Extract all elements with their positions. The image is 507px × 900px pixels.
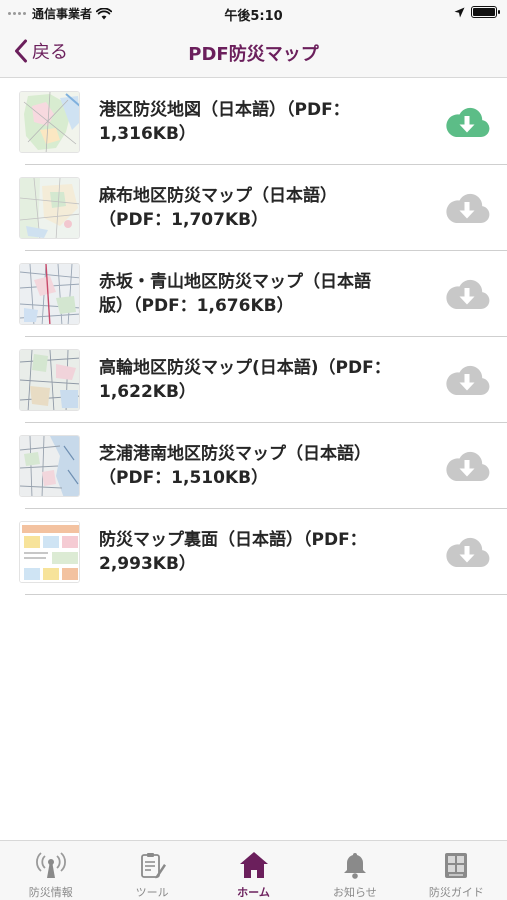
- battery-icon: [471, 6, 500, 18]
- tab-home[interactable]: ホーム: [203, 841, 304, 900]
- pdf-list-item[interactable]: 高輪地区防災マップ(日本語)（PDF： 1,622KB）: [0, 337, 507, 423]
- pdf-map-list: 港区防災地図（日本語）（PDF： 1,316KB） 麻布地区防災マップ（日本語）…: [0, 79, 507, 595]
- tab-disaster-info[interactable]: 防災情報: [0, 841, 101, 900]
- pdf-list-item[interactable]: 防災マップ裏面（日本語）（PDF： 2,993KB）: [0, 509, 507, 595]
- status-time: 午後5:10: [224, 9, 283, 24]
- pdf-title-line2: （PDF：1,510KB）: [99, 468, 269, 488]
- map-thumbnail: [19, 435, 80, 497]
- cloud-download-icon[interactable]: [444, 190, 490, 226]
- tab-disaster-guide[interactable]: 防災ガイド: [406, 841, 507, 900]
- map-thumbnail: [19, 349, 80, 411]
- pdf-title: 高輪地区防災マップ(日本語)（PDF： 1,622KB）: [99, 337, 419, 423]
- pdf-title-line1: 防災マップ裏面（日本語）（PDF：: [99, 530, 367, 550]
- navigation-bar: 戻る PDF防災マップ: [0, 26, 507, 78]
- pdf-title-line2: （PDF：1,707KB）: [99, 210, 269, 230]
- pdf-list-item[interactable]: 芝浦港南地区防災マップ（日本語） （PDF：1,510KB）: [0, 423, 507, 509]
- pdf-list-item[interactable]: 麻布地区防災マップ（日本語） （PDF：1,707KB）: [0, 165, 507, 251]
- pdf-title: 芝浦港南地区防災マップ（日本語） （PDF：1,510KB）: [99, 423, 419, 509]
- bell-icon: [338, 849, 372, 881]
- cloud-download-icon[interactable]: [444, 362, 490, 398]
- cloud-download-icon[interactable]: [444, 276, 490, 312]
- pdf-title-line2: 1,316KB）: [99, 124, 196, 144]
- map-thumbnail: [19, 177, 80, 239]
- pdf-list-item[interactable]: 港区防災地図（日本語）（PDF： 1,316KB）: [0, 79, 507, 165]
- pdf-title: 防災マップ裏面（日本語）（PDF： 2,993KB）: [99, 509, 419, 595]
- tab-label: 防災ガイド: [428, 886, 484, 899]
- pdf-title-line1: 港区防災地図（日本語）（PDF：: [99, 100, 350, 120]
- status-right: [454, 6, 500, 18]
- pdf-title-line2: 1,622KB）: [99, 382, 196, 402]
- leaflet-thumbnail: [19, 521, 80, 583]
- location-arrow-icon: [454, 7, 465, 17]
- cloud-download-icon[interactable]: [444, 534, 490, 570]
- pdf-title-line1: 麻布地区防災マップ（日本語）: [99, 186, 337, 206]
- clipboard-pencil-icon: [135, 849, 169, 881]
- pdf-list-item[interactable]: 赤坂・青山地区防災マップ（日本語 版）（PDF：1,676KB）: [0, 251, 507, 337]
- map-thumbnail: [19, 91, 80, 153]
- tab-tools[interactable]: ツール: [101, 841, 202, 900]
- map-thumbnail: [19, 263, 80, 325]
- cloud-download-icon[interactable]: [444, 104, 490, 140]
- home-icon: [237, 849, 271, 881]
- tab-label: ツール: [135, 886, 169, 899]
- pdf-title-line1: 赤坂・青山地区防災マップ（日本語: [99, 272, 371, 292]
- tab-bar: 防災情報 ツール ホーム お知らせ 防災ガイド: [0, 840, 507, 900]
- tab-label: ホーム: [237, 886, 270, 899]
- page-title: PDF防災マップ: [188, 44, 319, 65]
- pdf-title: 麻布地区防災マップ（日本語） （PDF：1,707KB）: [99, 165, 419, 251]
- status-bar: 通信事業者 午後5:10: [0, 0, 507, 26]
- cloud-download-icon[interactable]: [444, 448, 490, 484]
- tab-label: お知らせ: [333, 886, 377, 899]
- guidebook-icon: [439, 849, 473, 881]
- antenna-icon: [34, 849, 68, 881]
- pdf-title-line1: 芝浦港南地区防災マップ（日本語）: [99, 444, 371, 464]
- pdf-title-line2: 版）（PDF：1,676KB）: [99, 296, 294, 316]
- pdf-title: 港区防災地図（日本語）（PDF： 1,316KB）: [99, 79, 419, 165]
- tab-label: 防災情報: [28, 886, 73, 899]
- pdf-title-line1: 高輪地区防災マップ(日本語)（PDF：: [99, 358, 391, 378]
- pdf-title: 赤坂・青山地区防災マップ（日本語 版）（PDF：1,676KB）: [99, 251, 419, 337]
- tab-notifications[interactable]: お知らせ: [304, 841, 405, 900]
- pdf-title-line2: 2,993KB）: [99, 554, 196, 574]
